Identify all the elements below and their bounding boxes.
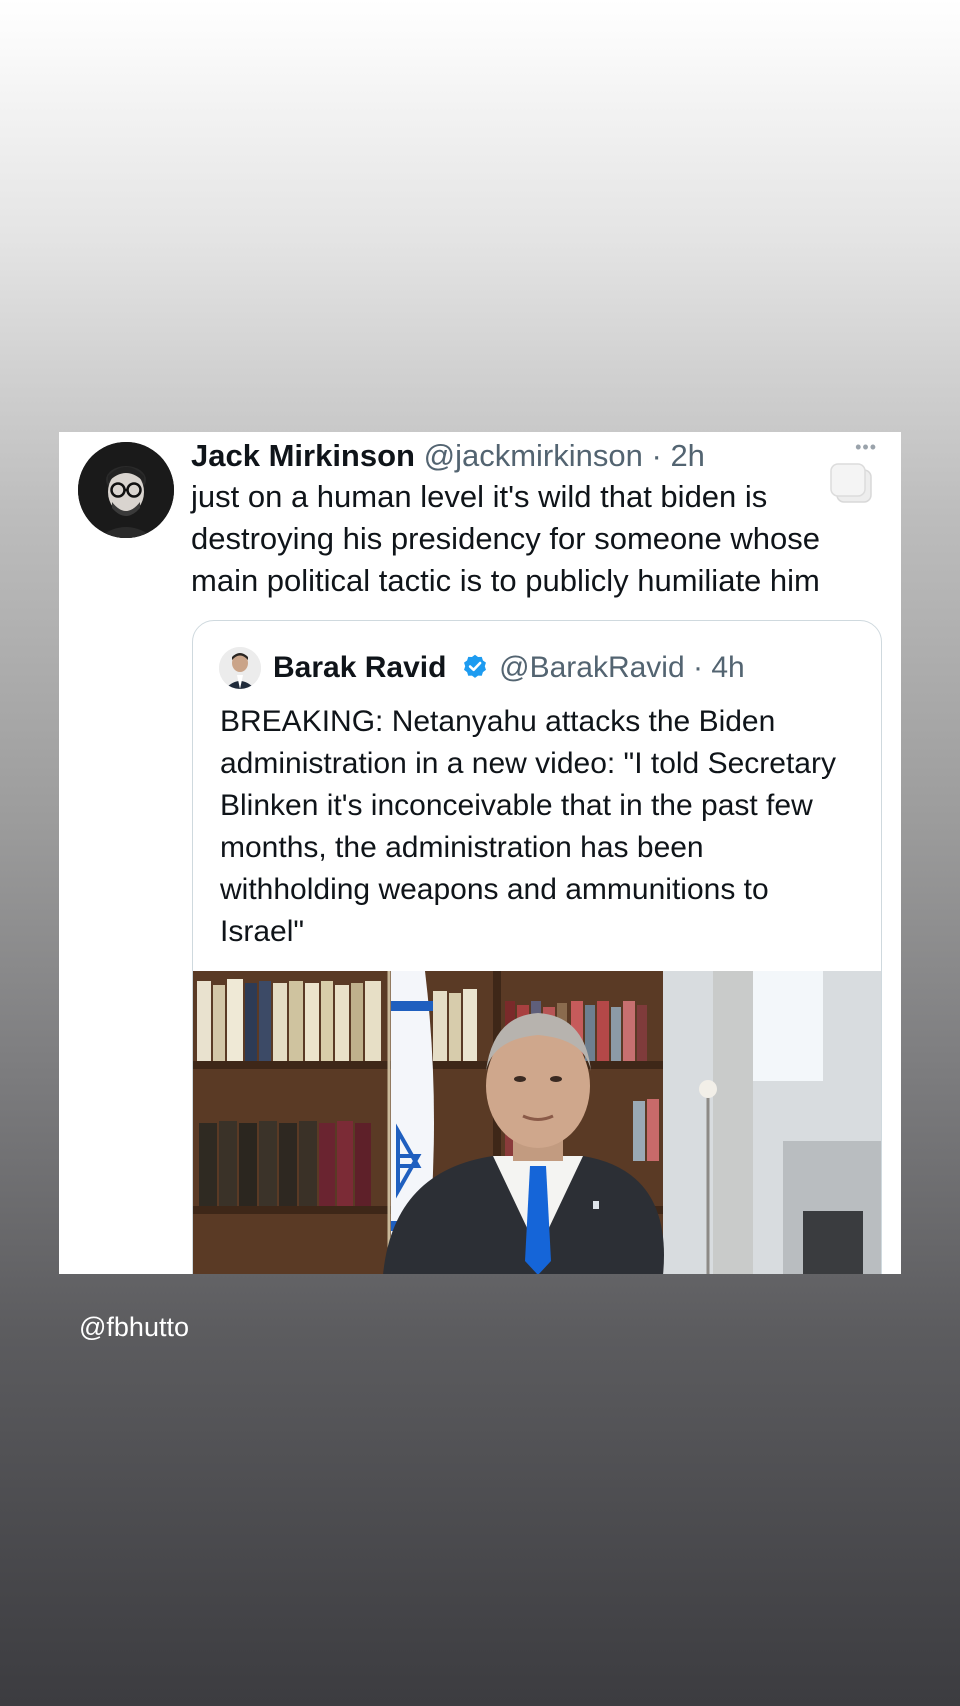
quoted-author-name[interactable]: Barak Ravid [273,651,446,684]
quoted-timestamp[interactable]: 4h [711,651,744,684]
tweet-header: Jack Mirkinson @jackmirkinson · 2h [191,436,885,476]
tweet-card[interactable]: Jack Mirkinson @jackmirkinson · 2h ••• j… [59,432,901,1274]
separator-dot: · [651,438,662,473]
quoted-header: Barak Ravid @BarakRavid · 4h [273,647,745,689]
watermark-handle: @fbhutto [79,1312,189,1342]
quoted-author-handle[interactable]: @BarakRavid [499,651,685,684]
quoted-tweet-text: BREAKING: Netanyahu attacks the Biden ad… [220,705,836,948]
quoted-separator-dot: · [693,651,703,684]
author-handle[interactable]: @jackmirkinson [424,438,643,473]
video-thumbnail[interactable] [193,971,881,1274]
author-avatar[interactable] [78,442,174,538]
quoted-tweet[interactable]: Barak Ravid @BarakRavid · 4h BREAKING: N… [192,620,882,1274]
more-options-icon[interactable]: ••• [855,438,877,456]
tweet-text: just on a human level it's wild that bid… [191,479,820,598]
verified-badge-icon [461,651,489,679]
quoted-author-avatar[interactable] [219,647,261,689]
author-name[interactable]: Jack Mirkinson [191,438,415,473]
tweet-timestamp[interactable]: 2h [670,438,704,473]
